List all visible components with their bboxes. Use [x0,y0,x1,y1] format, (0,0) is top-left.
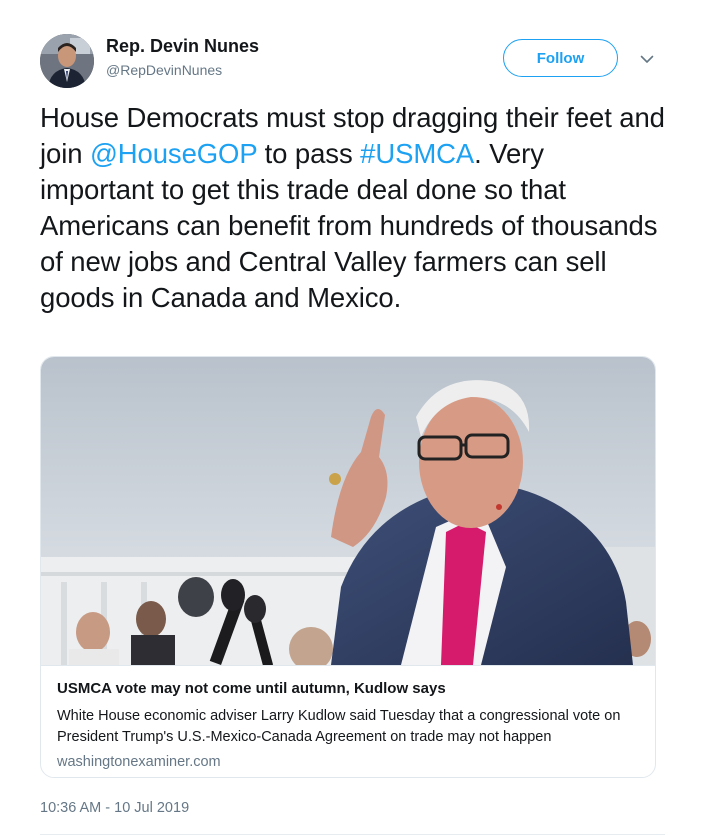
link-card[interactable]: USMCA vote may not come until autumn, Ku… [40,356,656,778]
hashtag-link[interactable]: #USMCA [360,138,474,169]
tweet-text: House Democrats must stop dragging their… [40,100,665,316]
card-image [41,357,655,665]
card-description: White House economic adviser Larry Kudlo… [57,708,621,745]
card-domain: washingtonexaminer.com [57,754,221,770]
author-handle[interactable]: @RepDevinNunes [106,62,222,78]
card-title[interactable]: USMCA vote may not come until autumn, Ku… [57,680,446,697]
tweet-text-part: to pass [257,138,361,169]
avatar[interactable] [40,34,94,88]
chevron-down-icon[interactable] [637,50,657,68]
author-display-name[interactable]: Rep. Devin Nunes [106,36,259,57]
tweet-timestamp[interactable]: 10:36 AM - 10 Jul 2019 [40,800,189,816]
mention-link[interactable]: @HouseGOP [90,138,257,169]
follow-button[interactable]: Follow [503,39,618,77]
card-body: USMCA vote may not come until autumn, Ku… [41,665,655,770]
